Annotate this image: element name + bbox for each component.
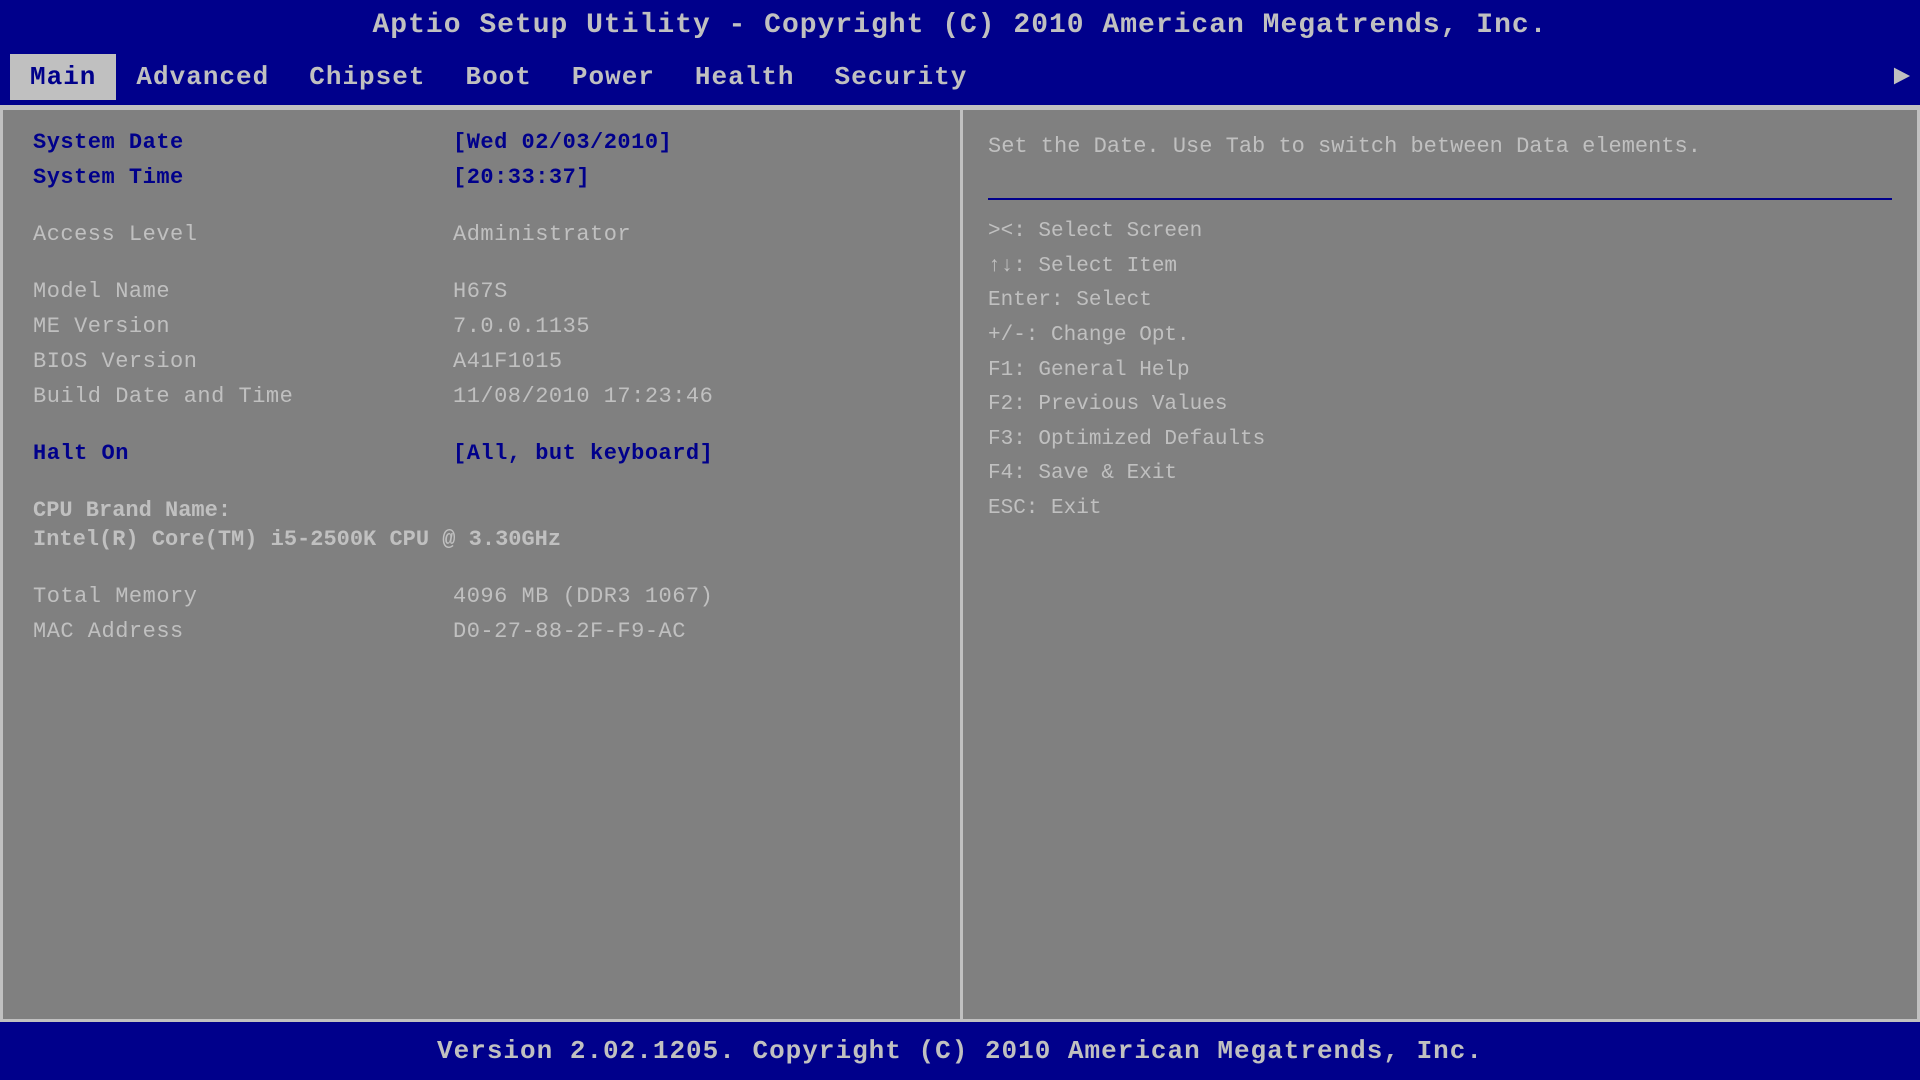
shortcut-item: ESC: Exit bbox=[988, 492, 1892, 527]
total-memory-label: Total Memory bbox=[33, 584, 453, 609]
shortcut-item: ><: Select Screen bbox=[988, 215, 1892, 250]
model-name-value: H67S bbox=[453, 279, 508, 304]
nav-item-advanced[interactable]: Advanced bbox=[116, 54, 289, 100]
main-content: System Date [Wed 02/03/2010] System Time… bbox=[0, 107, 1920, 1022]
cpu-brand-label: CPU Brand Name: bbox=[33, 498, 930, 523]
left-panel: System Date [Wed 02/03/2010] System Time… bbox=[3, 110, 963, 1019]
title-bar: Aptio Setup Utility - Copyright (C) 2010… bbox=[0, 0, 1920, 49]
nav-item-boot[interactable]: Boot bbox=[445, 54, 551, 100]
shortcuts: ><: Select Screen↑↓: Select ItemEnter: S… bbox=[988, 215, 1892, 527]
mac-address-value: D0-27-88-2F-F9-AC bbox=[453, 619, 686, 644]
total-memory-value: 4096 MB (DDR3 1067) bbox=[453, 584, 713, 609]
mac-address-row: MAC Address D0-27-88-2F-F9-AC bbox=[33, 619, 930, 644]
cpu-section: CPU Brand Name: Intel(R) Core(TM) i5-250… bbox=[33, 498, 930, 552]
shortcut-item: +/-: Change Opt. bbox=[988, 319, 1892, 354]
nav-item-main[interactable]: Main bbox=[10, 54, 116, 100]
bios-version-row: BIOS Version A41F1015 bbox=[33, 349, 930, 374]
nav-item-power[interactable]: Power bbox=[552, 54, 675, 100]
shortcut-item: F2: Previous Values bbox=[988, 388, 1892, 423]
nav-bar: MainAdvancedChipsetBootPowerHealthSecuri… bbox=[0, 49, 1920, 107]
build-date-row: Build Date and Time 11/08/2010 17:23:46 bbox=[33, 384, 930, 409]
halt-on-value[interactable]: [All, but keyboard] bbox=[453, 441, 713, 466]
right-panel: Set the Date. Use Tab to switch between … bbox=[963, 110, 1917, 1019]
system-date-label: System Date bbox=[33, 130, 453, 155]
bios-version-value: A41F1015 bbox=[453, 349, 563, 374]
nav-item-chipset[interactable]: Chipset bbox=[289, 54, 445, 100]
model-name-row: Model Name H67S bbox=[33, 279, 930, 304]
cpu-brand-value: Intel(R) Core(TM) i5-2500K CPU @ 3.30GHz bbox=[33, 527, 930, 552]
shortcut-item: F3: Optimized Defaults bbox=[988, 423, 1892, 458]
access-level-label: Access Level bbox=[33, 222, 453, 247]
help-text: Set the Date. Use Tab to switch between … bbox=[988, 130, 1892, 163]
shortcut-item: Enter: Select bbox=[988, 284, 1892, 319]
build-date-value: 11/08/2010 17:23:46 bbox=[453, 384, 713, 409]
me-version-label: ME Version bbox=[33, 314, 453, 339]
bios-version-label: BIOS Version bbox=[33, 349, 453, 374]
total-memory-row: Total Memory 4096 MB (DDR3 1067) bbox=[33, 584, 930, 609]
nav-item-security[interactable]: Security bbox=[815, 54, 988, 100]
system-date-row: System Date [Wed 02/03/2010] bbox=[33, 130, 930, 155]
halt-on-label: Halt On bbox=[33, 441, 453, 466]
system-time-row: System Time [20:33:37] bbox=[33, 165, 930, 190]
halt-on-row: Halt On [All, but keyboard] bbox=[33, 441, 930, 466]
me-version-row: ME Version 7.0.0.1135 bbox=[33, 314, 930, 339]
system-time-label: System Time bbox=[33, 165, 453, 190]
system-date-value[interactable]: [Wed 02/03/2010] bbox=[453, 130, 672, 155]
system-time-value[interactable]: [20:33:37] bbox=[453, 165, 590, 190]
access-level-value: Administrator bbox=[453, 222, 631, 247]
footer-text: Version 2.02.1205. Copyright (C) 2010 Am… bbox=[437, 1036, 1483, 1066]
build-date-label: Build Date and Time bbox=[33, 384, 453, 409]
shortcut-item: ↑↓: Select Item bbox=[988, 250, 1892, 285]
nav-arrow-icon: ► bbox=[1893, 62, 1910, 93]
shortcut-item: F1: General Help bbox=[988, 354, 1892, 389]
title-text: Aptio Setup Utility - Copyright (C) 2010… bbox=[373, 10, 1548, 41]
nav-item-health[interactable]: Health bbox=[675, 54, 815, 100]
me-version-value: 7.0.0.1135 bbox=[453, 314, 590, 339]
mac-address-label: MAC Address bbox=[33, 619, 453, 644]
shortcut-item: F4: Save & Exit bbox=[988, 457, 1892, 492]
divider bbox=[988, 198, 1892, 200]
footer: Version 2.02.1205. Copyright (C) 2010 Am… bbox=[0, 1022, 1920, 1080]
access-level-row: Access Level Administrator bbox=[33, 222, 930, 247]
model-name-label: Model Name bbox=[33, 279, 453, 304]
